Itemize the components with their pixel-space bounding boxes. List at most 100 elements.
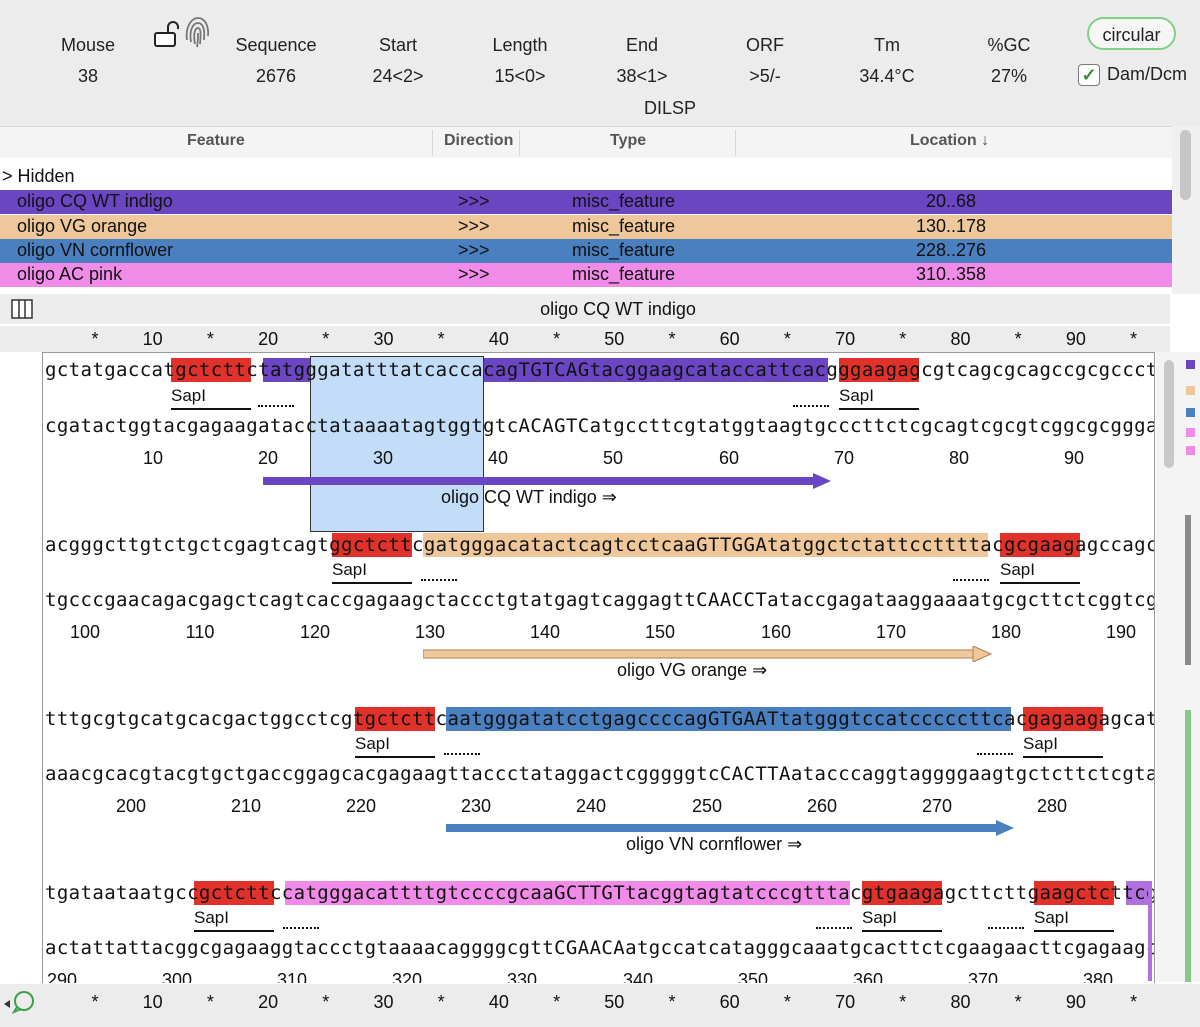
- sapi-underline: [194, 930, 274, 932]
- column-divider[interactable]: [519, 130, 520, 156]
- sequence-view[interactable]: gctatgaccatgctcttctatgggatatttatcaccacag…: [42, 352, 1155, 983]
- position-number: 230: [460, 796, 492, 816]
- stat-mouse-label: Mouse: [60, 35, 116, 55]
- checkbox-checked-icon[interactable]: ✓: [1078, 64, 1100, 87]
- ruler-tick-label: 90: [1065, 329, 1086, 349]
- sapi-label: SapI: [1023, 734, 1058, 753]
- position-number: 290: [46, 970, 78, 983]
- stats-bar: Mouse 38 Sequence 2676 Start 24<2> Lengt…: [0, 0, 1200, 126]
- bottom-strand[interactable]: aaacgcacgtacgtgctgaccggagcacgagaagttaccc…: [45, 761, 1154, 787]
- position-number: 100: [69, 622, 101, 642]
- top-ruler: * 10 * 20 * 30 * 40 * 50 * 60 * 70 * 80 * 90 *: [0, 326, 1170, 352]
- overview-bar[interactable]: [1185, 710, 1191, 982]
- position-number: 50: [602, 448, 624, 468]
- stat-start-value: 24<2>: [372, 66, 424, 86]
- stat-tm-label: Tm: [874, 35, 900, 55]
- sapi-label: SapI: [1034, 908, 1069, 927]
- sequence-scroll-thumb[interactable]: [1164, 360, 1174, 468]
- feature-list-scroll-thumb[interactable]: [1180, 130, 1191, 200]
- ruler-star: *: [1130, 329, 1138, 349]
- bottom-strand[interactable]: cgatactggtacgagaagatacctataaaatagtggtgtc…: [45, 413, 1154, 439]
- sapi-underline: [839, 408, 919, 410]
- ruler-tick-label: 10: [142, 329, 163, 349]
- top-strand[interactable]: acgggcttgtctgctcgagtcagtggctcttcgatgggac…: [45, 532, 1154, 558]
- sapi-underline: [1034, 930, 1114, 932]
- feature-location: 130..178: [916, 216, 987, 236]
- position-number: 300: [161, 970, 193, 983]
- column-divider[interactable]: [432, 130, 433, 156]
- position-number: 270: [921, 796, 953, 816]
- stat-orf-label: ORF: [746, 35, 784, 55]
- ruler-tick-label: 70: [835, 329, 856, 349]
- feature-marker[interactable]: [1186, 428, 1195, 437]
- circular-button[interactable]: circular: [1087, 17, 1176, 50]
- feature-direction: >>>: [458, 216, 490, 236]
- stat-gc-label: %GC: [987, 35, 1031, 55]
- feature-location: 20..68: [926, 191, 977, 211]
- column-feature[interactable]: Feature: [187, 132, 245, 150]
- feature-type: misc_feature: [572, 264, 676, 284]
- feature-direction: >>>: [458, 191, 490, 211]
- sapi-underline: [1023, 756, 1103, 758]
- bottom-strand[interactable]: tgcccgaacagacgagctcagtcaccgagaagctaccctg…: [45, 587, 1154, 613]
- feature-row[interactable]: oligo AC pink >>> misc_feature 310..358: [0, 263, 1172, 287]
- feature-continuation-bar: [1148, 881, 1152, 981]
- position-number: 140: [529, 622, 561, 642]
- feature-type: misc_feature: [572, 191, 676, 211]
- column-type[interactable]: Type: [610, 132, 646, 150]
- sapi-label: SapI: [355, 734, 390, 753]
- feature-name: oligo VG orange: [17, 216, 148, 236]
- sapi-label: SapI: [839, 386, 874, 405]
- ruler-tick-label: 90: [1065, 992, 1086, 1012]
- column-location[interactable]: Location ↓: [910, 132, 989, 150]
- unlocked-lock-icon[interactable]: [153, 20, 179, 48]
- stat-mouse-value: 38: [77, 66, 99, 86]
- stat-end-value: 38<1>: [616, 66, 668, 86]
- position-number: 20: [257, 448, 279, 468]
- feature-row[interactable]: oligo CQ WT indigo >>> misc_feature 20..…: [0, 190, 1172, 214]
- sapi-label: SapI: [1000, 560, 1035, 579]
- position-number: 260: [806, 796, 838, 816]
- feature-label[interactable]: oligo VN cornflower ⇒: [626, 834, 802, 855]
- feature-list: > Hidden oligo CQ WT indigo >>> misc_fea…: [0, 158, 1172, 288]
- column-direction[interactable]: Direction: [444, 132, 513, 150]
- ruler-star: *: [437, 329, 445, 349]
- position-number: 220: [345, 796, 377, 816]
- feature-row[interactable]: oligo VN cornflower >>> misc_feature 228…: [0, 239, 1172, 263]
- hidden-group-row[interactable]: > Hidden: [0, 165, 1172, 189]
- bottom-strand[interactable]: actattattacggcgagaaggtaccctgtaaaacaggggc…: [45, 935, 1154, 961]
- stat-sequence-value: 2676: [255, 66, 297, 86]
- ruler-star: *: [553, 329, 561, 349]
- top-strand[interactable]: gctatgaccatgctcttctatgggatatttatcaccacag…: [45, 357, 1154, 383]
- feature-marker[interactable]: [1186, 360, 1195, 369]
- feature-marker[interactable]: [1186, 386, 1195, 395]
- column-divider[interactable]: [735, 130, 736, 156]
- feature-row[interactable]: oligo VG orange >>> misc_feature 130..17…: [0, 215, 1172, 239]
- top-strand[interactable]: tgataataatgccgctcttccatgggacattttgtccccg…: [45, 880, 1154, 906]
- feature-marker[interactable]: [1186, 408, 1195, 417]
- position-number: 250: [691, 796, 723, 816]
- feature-label[interactable]: oligo VG orange ⇒: [617, 660, 767, 681]
- ruler-tick-label: 40: [488, 329, 509, 349]
- dam-dcm-toggle[interactable]: ✓ Dam/Dcm: [1078, 64, 1187, 87]
- ruler-tick-label: 30: [373, 992, 394, 1012]
- fingerprint-icon[interactable]: [183, 14, 211, 50]
- ruler-star: *: [553, 992, 561, 1012]
- feature-label[interactable]: oligo CQ WT indigo ⇒: [441, 487, 617, 508]
- ruler-star: *: [1014, 329, 1022, 349]
- ruler-tick-label: 80: [950, 329, 971, 349]
- feature-marker[interactable]: [1186, 446, 1195, 455]
- overview-bar[interactable]: [1185, 515, 1191, 665]
- column-layout-icon[interactable]: [11, 299, 33, 319]
- bottom-ruler: * 10 * 20 * 30 * 40 * 50 * 60 * 70 * 80 * 90 *: [0, 990, 1170, 1016]
- stat-start-label: Start: [378, 35, 417, 55]
- ruler-star: *: [206, 992, 214, 1012]
- top-strand[interactable]: tttgcgtgcatgcacgactggcctcgtgctcttcaatggg…: [45, 706, 1154, 732]
- position-number: 380: [1082, 970, 1114, 983]
- stat-orf-value: >5/-: [749, 66, 781, 86]
- position-number: 340: [622, 970, 654, 983]
- ruler-tick-label: 70: [835, 992, 856, 1012]
- stat-end-label: End: [625, 35, 659, 55]
- stat-sequence-label: Sequence: [235, 35, 317, 55]
- feature-direction: >>>: [458, 264, 490, 284]
